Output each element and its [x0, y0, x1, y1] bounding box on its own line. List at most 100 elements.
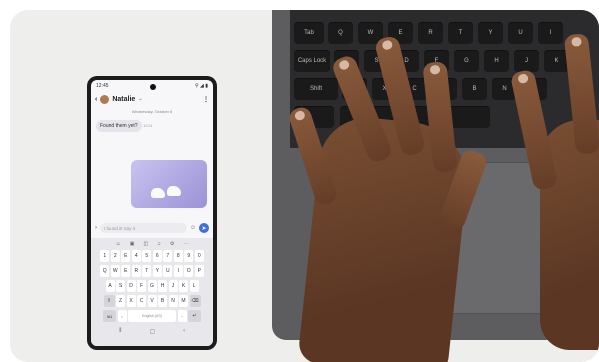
toolbar-emoji-icon[interactable]: ☺ [116, 241, 121, 247]
laptop-key: Q [328, 22, 353, 44]
scene: Tab Caps Lock Shift QWERTYUI ASDFGHJK ZX… [0, 0, 599, 362]
chevron-down-icon[interactable]: ⌄ [138, 96, 142, 102]
phone-screen: 12:45 ⚲ ◢ ▮ ‹ Natalie ⌄ ⋮ Wednesday, Oct… [91, 80, 213, 346]
message-text: Found them yet? [100, 123, 138, 129]
phone-key[interactable]: S [116, 280, 125, 292]
phone-key-row-2: QWERTYUIOP [91, 265, 213, 277]
back-icon[interactable]: ‹ [183, 328, 185, 335]
emoji-icon[interactable]: ☺ [190, 225, 196, 231]
more-options-icon[interactable]: ⋮ [203, 96, 209, 103]
laptop-key: U [508, 22, 533, 44]
phone-key[interactable]: 2 [110, 250, 120, 262]
phone-key[interactable]: Q [100, 265, 110, 277]
phone-key[interactable]: U [163, 265, 173, 277]
camera-icon [150, 84, 156, 90]
phone-key[interactable]: R [131, 265, 141, 277]
compose-row: › I found it! Say it ☺ ➤ [95, 222, 209, 234]
phone-key[interactable]: 0 [194, 250, 204, 262]
phone-key[interactable]: H [158, 280, 167, 292]
phone-key[interactable]: 8 [173, 250, 183, 262]
phone-key[interactable]: K [179, 280, 188, 292]
status-time: 12:45 [96, 82, 109, 89]
phone: 12:45 ⚲ ◢ ▮ ‹ Natalie ⌄ ⋮ Wednesday, Oct… [87, 76, 217, 350]
send-button[interactable]: ➤ [199, 223, 209, 233]
phone-key[interactable]: G [147, 280, 157, 292]
avatar [100, 94, 110, 104]
phone-key[interactable]: M [179, 295, 188, 307]
phone-key[interactable]: 4 [131, 250, 141, 262]
phone-key[interactable]: I [173, 265, 183, 277]
recents-icon[interactable]: ⦀ [119, 328, 122, 335]
phone-key[interactable]: 1 [100, 250, 110, 262]
phone-key[interactable]: J [168, 280, 178, 292]
laptop-key-shift: Shift [294, 78, 338, 100]
phone-key[interactable]: P [194, 265, 204, 277]
toolbar-gif-icon[interactable]: ◫ [143, 241, 148, 247]
message-input-text: I found it! Say it [104, 225, 136, 231]
laptop-key: Y [478, 22, 503, 44]
phone-key[interactable]: Z [116, 295, 125, 307]
phone-key[interactable]: 5 [142, 250, 152, 262]
phone-key[interactable]: A [105, 280, 115, 292]
laptop-key-tab: Tab [294, 22, 324, 44]
comma-key[interactable]: , [117, 310, 127, 322]
phone-key[interactable]: L [189, 280, 199, 292]
toolbar-sticker-icon[interactable]: ▣ [130, 241, 135, 247]
send-icon: ➤ [201, 225, 207, 232]
phone-key[interactable]: F [137, 280, 146, 292]
keyboard-toolbar: ☺ ▣ ◫ ♫ ⚙ ⋯ [91, 241, 213, 247]
shift-key[interactable]: ⇧ [103, 295, 115, 307]
period-key[interactable]: . [177, 310, 187, 322]
expand-icon[interactable]: › [95, 225, 97, 231]
message-bubble[interactable]: Found them yet? [96, 120, 142, 132]
phone-key[interactable]: X [126, 295, 136, 307]
phone-key[interactable]: D [126, 280, 136, 292]
enter-key[interactable]: ↵ [188, 310, 201, 322]
phone-key[interactable]: 9 [184, 250, 194, 262]
phone-key-row-5: !#1 , English (US) . ↵ [91, 310, 213, 322]
phone-key[interactable]: V [147, 295, 157, 307]
phone-key-row-3: ASDFGHJKL [91, 280, 213, 292]
phone-key[interactable]: N [168, 295, 178, 307]
shared-photo[interactable] [131, 160, 207, 208]
symbols-key[interactable]: !#1 [103, 310, 116, 322]
phone-key[interactable]: 6 [152, 250, 162, 262]
phone-key-row-1: 12E4567890 [91, 250, 213, 262]
status-icons: ⚲ ◢ ▮ [194, 82, 208, 89]
laptop-key-caps: Caps Lock [294, 50, 330, 72]
phone-key[interactable]: Y [152, 265, 162, 277]
message-input[interactable]: I found it! Say it [100, 223, 187, 233]
phone-key[interactable]: C [137, 295, 146, 307]
laptop-key: R [418, 22, 443, 44]
home-icon[interactable]: ▢ [149, 328, 155, 335]
laptop-key: J [514, 50, 539, 72]
phone-key-row-4-letters: ZXCVBNM [116, 295, 188, 307]
laptop-key: H [484, 50, 509, 72]
photo-card: Tab Caps Lock Shift QWERTYUI ASDFGHJK ZX… [10, 10, 599, 362]
message-time: 10:24 [143, 124, 153, 128]
phone-key-row-4: ⇧ ZXCVBNM ⌫ [91, 295, 213, 307]
phone-keyboard: ☺ ▣ ◫ ♫ ⚙ ⋯ 12E4567890 QWERTYUIOP ASDFGH… [91, 238, 213, 346]
laptop-key: I [538, 22, 563, 44]
phone-key[interactable]: T [142, 265, 152, 277]
sneaker-right [167, 186, 181, 196]
phone-key[interactable]: 7 [163, 250, 173, 262]
laptop-key: B [462, 78, 487, 100]
phone-key[interactable]: B [158, 295, 167, 307]
toolbar-settings-icon[interactable]: ⚙ [170, 241, 174, 247]
phone-key[interactable]: E [121, 265, 131, 277]
phone-key[interactable]: O [184, 265, 194, 277]
chat-header: ‹ Natalie ⌄ ⋮ [91, 91, 213, 107]
back-arrow-icon[interactable]: ‹ [95, 96, 97, 103]
sneaker-left [151, 188, 165, 198]
backspace-key[interactable]: ⌫ [189, 295, 201, 307]
phone-key[interactable]: W [110, 265, 120, 277]
space-key[interactable]: English (US) [128, 310, 176, 322]
contact-name[interactable]: Natalie [112, 96, 135, 103]
laptop-key: G [454, 50, 479, 72]
nav-bar: ⦀ ▢ ‹ [91, 328, 213, 335]
toolbar-more-icon[interactable]: ⋯ [183, 241, 188, 247]
toolbar-mic-icon[interactable]: ♫ [157, 241, 161, 247]
phone-key[interactable]: E [121, 250, 131, 262]
laptop-key: T [448, 22, 473, 44]
